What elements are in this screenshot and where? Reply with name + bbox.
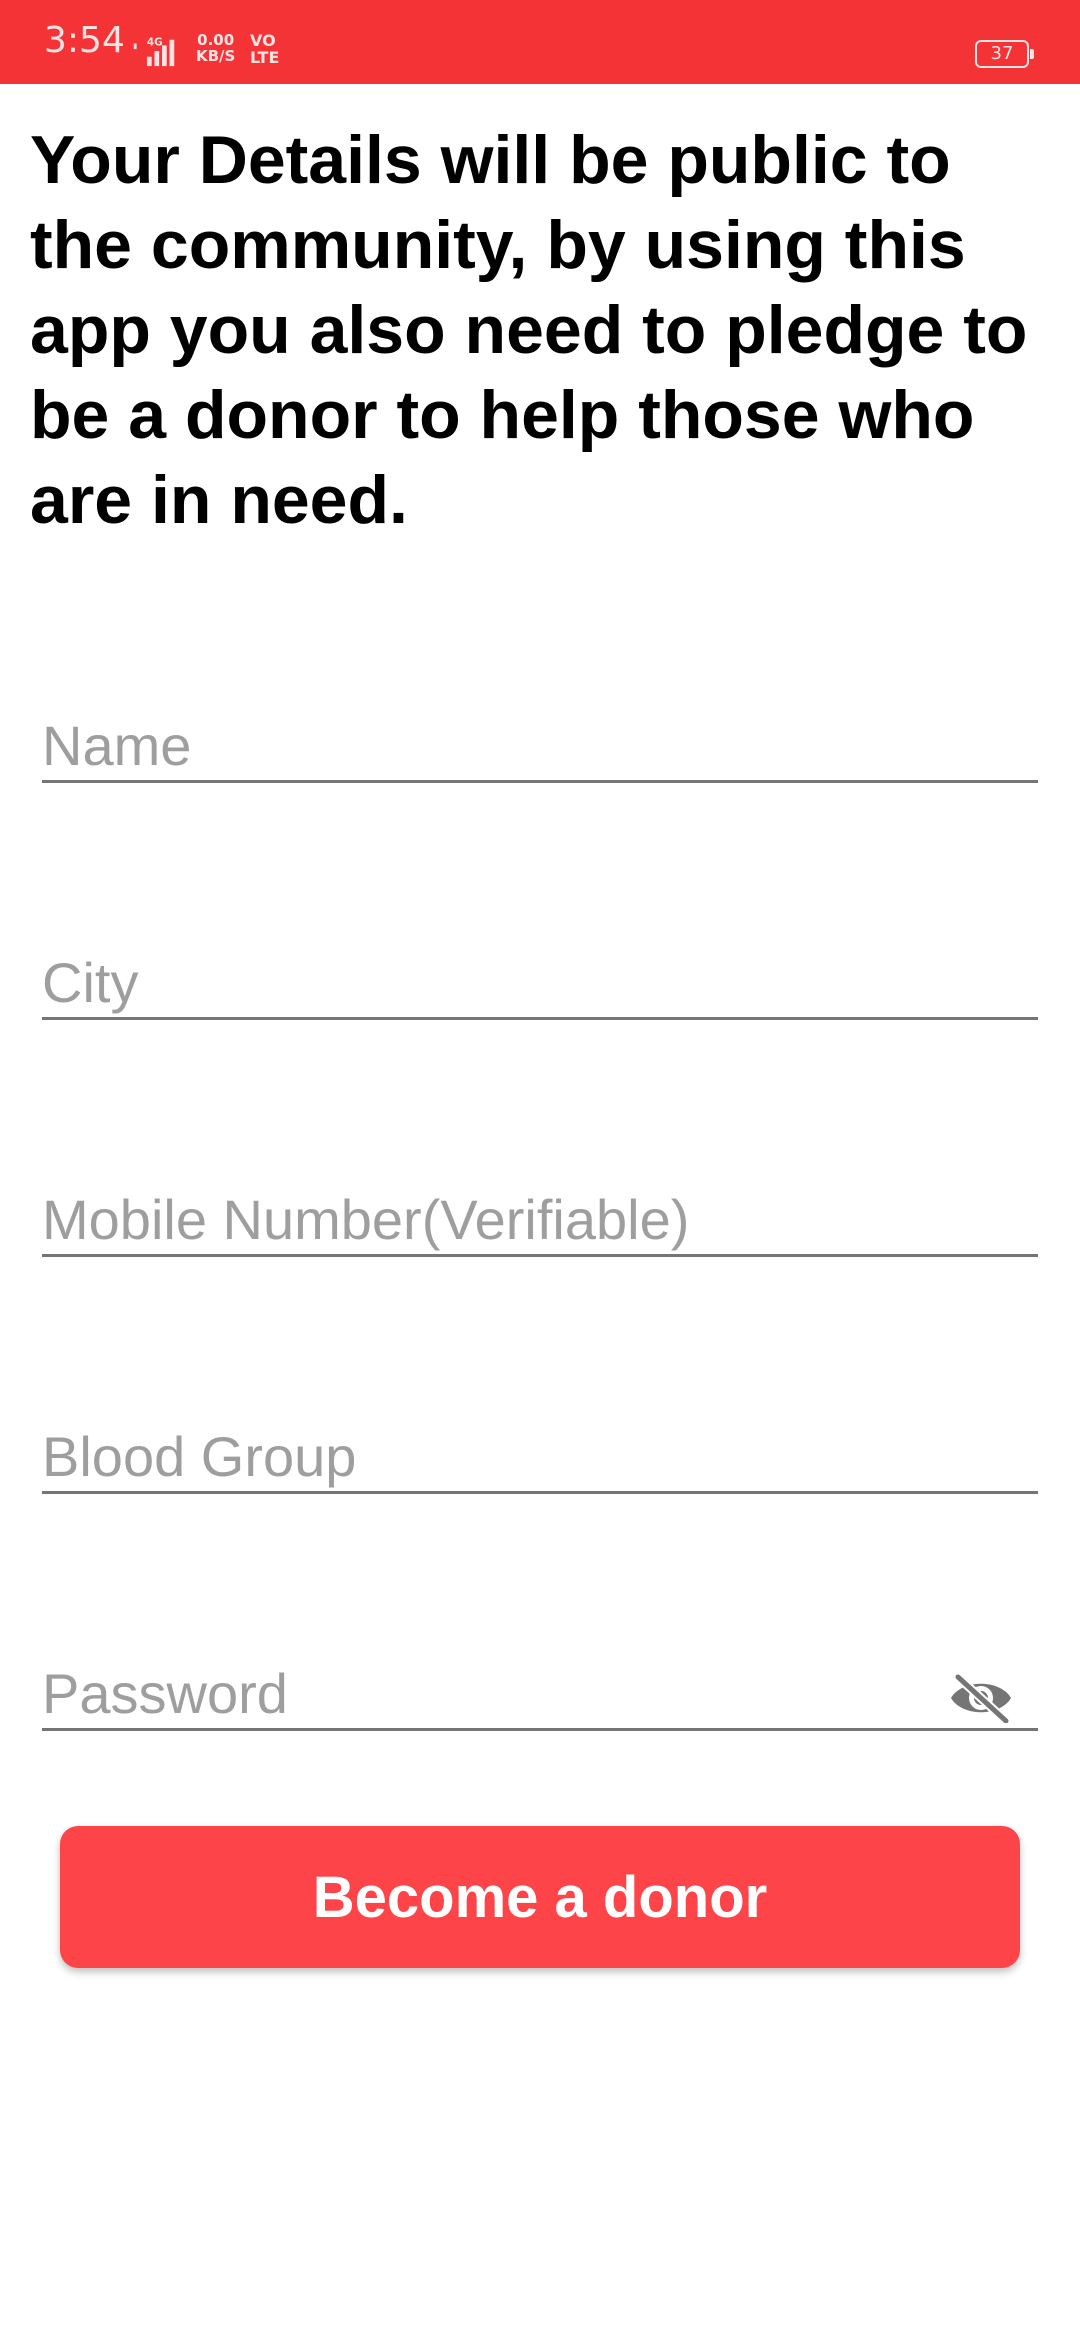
network-type-label: 4G [147, 36, 163, 48]
city-input[interactable] [42, 947, 1038, 1017]
eye-off-icon[interactable] [946, 1668, 1016, 1728]
data-speed-value: 0.00 [197, 31, 235, 49]
blood-group-input[interactable] [42, 1421, 1038, 1491]
battery-tip [1030, 49, 1034, 59]
volte-bottom: LTE [250, 48, 280, 67]
volte-indicator: VO LTE [250, 32, 279, 66]
status-time: 3:54 [44, 20, 125, 61]
volte-top: VO [250, 31, 276, 50]
mobile-input[interactable] [42, 1184, 1038, 1254]
blood-group-field[interactable] [42, 1421, 1038, 1494]
pledge-headline: Your Details will be public to the commu… [30, 122, 1028, 538]
data-speed: 0.00 KB/S [196, 32, 235, 64]
mobile-field[interactable] [42, 1184, 1038, 1257]
battery-level: 37 [990, 43, 1014, 64]
become-donor-button[interactable]: Become a donor [60, 1826, 1020, 1968]
battery-icon: 37 [975, 40, 1029, 68]
password-input[interactable] [42, 1658, 1038, 1728]
city-field[interactable] [42, 947, 1038, 1020]
signal-icon: 4G [133, 36, 175, 67]
password-field[interactable] [42, 1658, 1038, 1731]
data-speed-unit: KB/S [196, 47, 236, 65]
name-field[interactable] [42, 710, 1038, 783]
name-input[interactable] [42, 710, 1038, 780]
status-bar: 3:54 4G 0.00 KB/S VO LTE 37 [0, 0, 1080, 84]
